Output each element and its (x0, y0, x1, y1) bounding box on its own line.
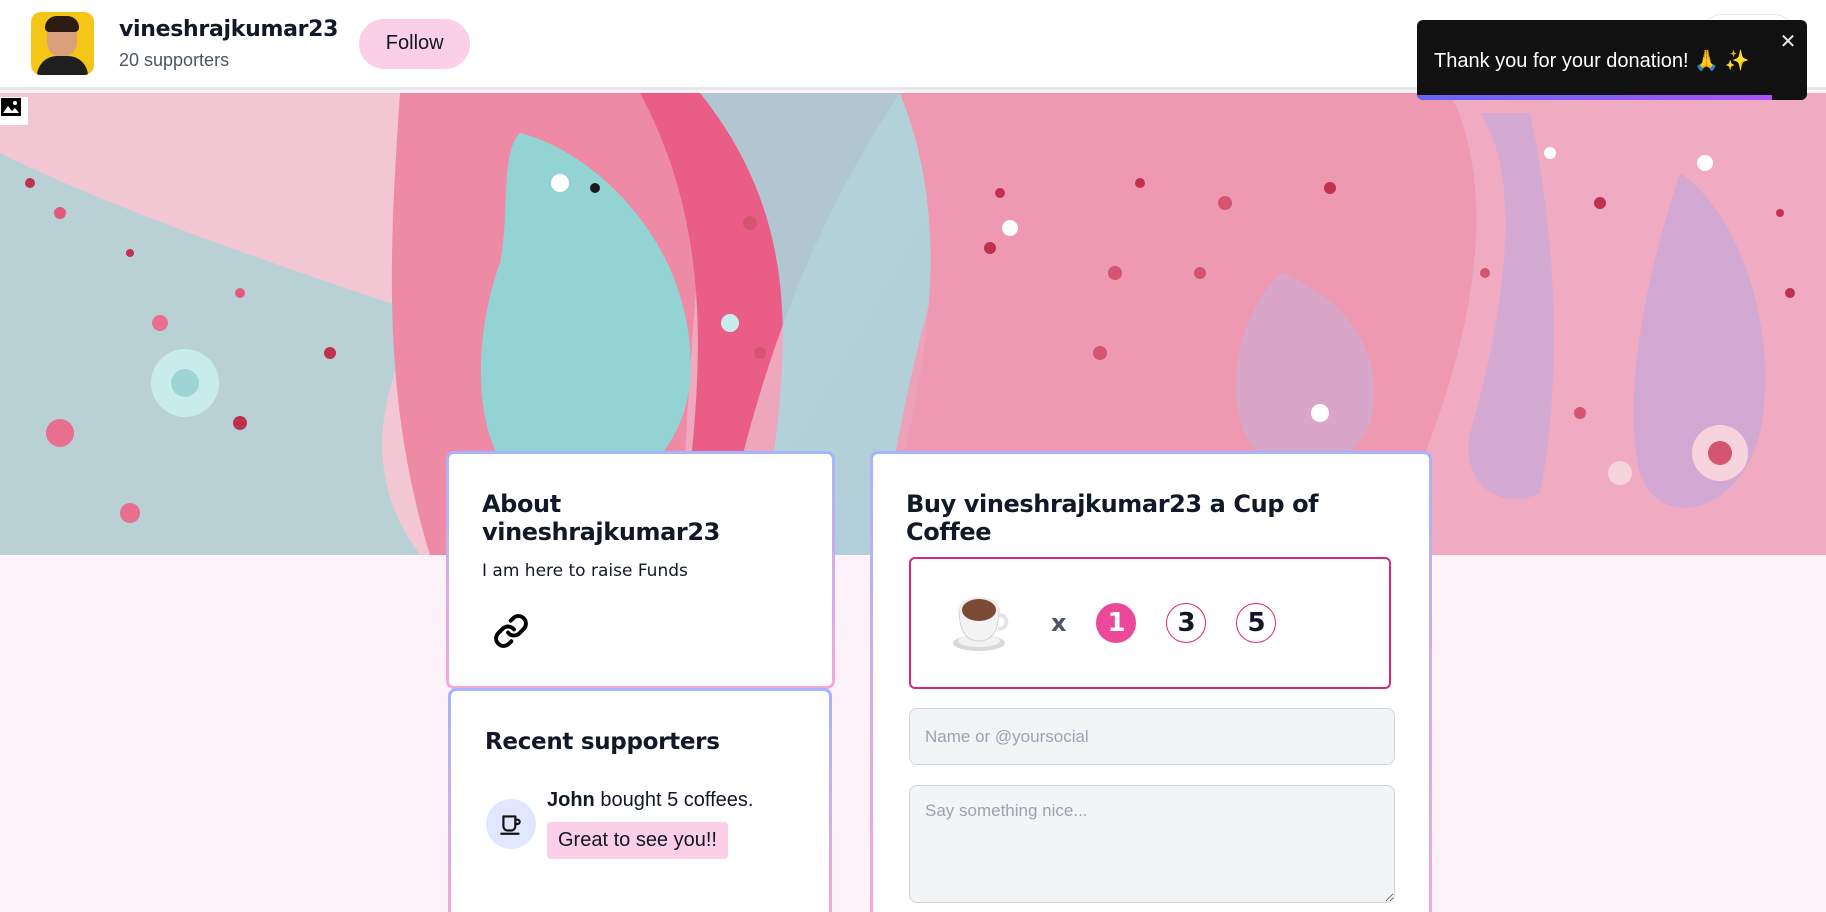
quantity-option-1[interactable]: 1 (1096, 603, 1137, 643)
supporter-name: John (547, 789, 595, 811)
about-title: About vineshrajkumar23 (482, 490, 720, 546)
multiplier-x: x (1051, 609, 1067, 637)
coffee-cup-icon (953, 593, 1009, 653)
quantity-option-3[interactable]: 3 (1166, 603, 1207, 643)
avatar-body (37, 56, 88, 75)
supporter-action: bought 5 coffees. (594, 789, 754, 811)
buy-coffee-card: Buy vineshrajkumar23 a Cup of Coffee x 1… (870, 451, 1432, 912)
buy-coffee-title: Buy vineshrajkumar23 a Cup of Coffee (906, 490, 1319, 546)
supporter-info: John bought 5 coffees. Great to see you!… (547, 789, 753, 859)
link-icon[interactable] (493, 613, 529, 649)
message-input[interactable] (909, 785, 1395, 903)
supporter-message: Great to see you!! (547, 822, 728, 859)
about-text: I am here to raise Funds (482, 561, 688, 581)
avatar-hair (45, 16, 79, 32)
creator-name: vineshrajkumar23 (119, 16, 339, 42)
change-cover-image-icon[interactable] (0, 97, 28, 125)
image-icon (1, 98, 21, 116)
recent-supporters-title: Recent supporters (485, 729, 720, 755)
toast-message: Thank you for your donation! 🙏 ✨ (1434, 50, 1750, 72)
supporters-count: 20 supporters (119, 49, 230, 70)
coffee-cup-icon (486, 799, 536, 849)
toast-progress-bar (1417, 95, 1772, 100)
donation-toast: Thank you for your donation! 🙏 ✨ ✕ (1417, 20, 1807, 100)
close-icon[interactable]: ✕ (1776, 29, 1800, 53)
supporter-item: John bought 5 coffees. Great to see you!… (486, 789, 753, 859)
quantity-option-5[interactable]: 5 (1236, 603, 1277, 643)
follow-button[interactable]: Follow (359, 18, 471, 69)
supporter-line: John bought 5 coffees. (547, 789, 753, 812)
recent-supporters-card: Recent supporters John bought 5 coffees.… (448, 688, 832, 912)
coffee-quantity-selector: x 1 3 5 (909, 557, 1391, 689)
creator-name-block: vineshrajkumar23 20 supporters (119, 17, 338, 71)
creator-avatar[interactable] (31, 12, 94, 75)
name-input[interactable] (909, 708, 1395, 765)
about-card: About vineshrajkumar23 I am here to rais… (446, 451, 835, 689)
